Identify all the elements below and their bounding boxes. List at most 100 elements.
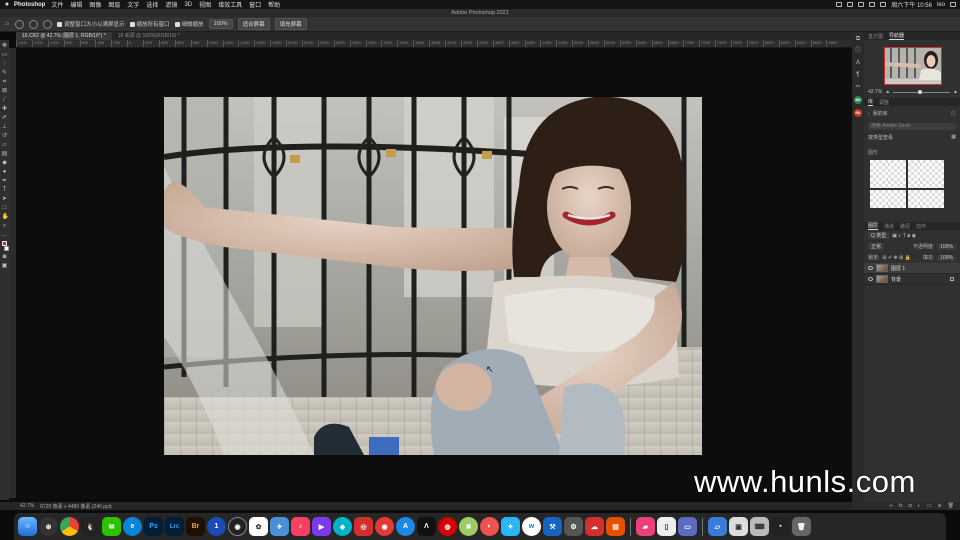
path-select-tool-icon[interactable]: ➤: [2, 196, 8, 202]
status-app-icon[interactable]: [836, 2, 843, 7]
screen-mode-icon[interactable]: ▣: [2, 263, 8, 269]
video-icon[interactable]: ◈: [333, 517, 352, 536]
graphics-group-label[interactable]: 图形: [864, 143, 960, 156]
blend-mode-select[interactable]: 正常: [868, 243, 885, 250]
tab-actions[interactable]: 动作: [916, 223, 926, 230]
opacity-input[interactable]: 100%: [937, 243, 956, 250]
app-store-icon[interactable]: A: [396, 517, 415, 536]
battery-icon[interactable]: [880, 2, 887, 7]
bird-icon[interactable]: ✦: [501, 517, 520, 536]
app-name-menu[interactable]: Photoshop: [14, 2, 45, 8]
obs-icon[interactable]: ◉: [228, 517, 247, 536]
lightroom-icon[interactable]: Lrc: [165, 517, 184, 536]
ba-plugin-icon[interactable]: BA: [854, 96, 862, 104]
document-photo[interactable]: ↖: [164, 97, 702, 455]
library-search-input[interactable]: 搜索 Adobe Stock: [868, 123, 956, 130]
move-tool-icon[interactable]: ✥: [2, 43, 8, 49]
layer-name[interactable]: 图层 1: [891, 265, 905, 272]
music-icon[interactable]: ♪: [291, 517, 310, 536]
tab-layers[interactable]: 图层: [868, 222, 879, 230]
menu-3d[interactable]: 3D: [184, 2, 192, 8]
filter-icons[interactable]: ▣ ◐ T ⧈ ◉: [892, 233, 916, 239]
library-back-icon[interactable]: ‹: [868, 111, 870, 117]
control-center-icon[interactable]: [950, 2, 956, 7]
fill-screen-button[interactable]: 填充屏幕: [274, 18, 307, 30]
apple-menu-icon[interactable]: ●: [0, 1, 14, 8]
crop-tool-icon[interactable]: ⌗: [2, 79, 8, 85]
document-tab[interactable]: 16.CR2 @ 42.7% (图层 1, RGB/16*) *: [16, 32, 112, 40]
keyboard-icon[interactable]: ⌨: [750, 517, 769, 536]
layer-row[interactable]: 背景: [864, 274, 960, 285]
status-zoom[interactable]: 42.7%: [20, 503, 34, 509]
frame-tool-icon[interactable]: ⊠: [2, 88, 8, 94]
navigator-thumbnail[interactable]: [884, 47, 942, 85]
quick-select-tool-icon[interactable]: ✎: [2, 70, 8, 76]
status-app-icon[interactable]: [858, 2, 865, 7]
zoom-100-button[interactable]: 100%: [208, 19, 233, 29]
photoshop-icon[interactable]: Ps: [144, 517, 163, 536]
finder-icon[interactable]: ☺: [18, 517, 37, 536]
library-graphic-item[interactable]: [870, 190, 906, 208]
tab-paths[interactable]: 路径: [900, 223, 910, 230]
bridge-icon[interactable]: Br: [186, 517, 205, 536]
pattern-app-icon[interactable]: ▤: [606, 517, 625, 536]
layer-row[interactable]: 图层 1: [864, 263, 960, 274]
browser-icon[interactable]: ◐: [480, 517, 499, 536]
record-icon[interactable]: ◎: [354, 517, 373, 536]
zoom-in-mountain-icon[interactable]: ▲: [953, 89, 958, 95]
tab-navigator[interactable]: 导航器: [889, 32, 905, 40]
tab-channels[interactable]: 通道: [884, 223, 894, 230]
settings-icon[interactable]: ⚙: [564, 517, 583, 536]
folder-icon[interactable]: ▰: [636, 517, 655, 536]
trash-icon[interactable]: 🗑: [792, 517, 811, 536]
layer-name[interactable]: 背景: [891, 276, 901, 283]
affinity-icon[interactable]: Λ: [417, 517, 436, 536]
menu-window[interactable]: 窗口: [249, 0, 261, 9]
hand-tool-icon[interactable]: ✋: [2, 214, 9, 220]
menu-view[interactable]: 视图: [199, 0, 211, 9]
document-tab[interactable]: 18 来源 @ 100%(RGB/16) *: [112, 32, 186, 40]
zoom-all-windows-checkbox[interactable]: 缩放所有窗口: [129, 20, 170, 28]
dodge-tool-icon[interactable]: ●: [2, 169, 8, 175]
creative-cloud-icon[interactable]: ☁: [585, 517, 604, 536]
netease-music-icon[interactable]: ◍: [438, 517, 457, 536]
adjustment-icon[interactable]: ◐: [918, 503, 921, 509]
user-name[interactable]: leo: [937, 2, 945, 8]
library-graphic-item[interactable]: [908, 190, 944, 208]
clone-stamp-tool-icon[interactable]: ⊥: [2, 124, 8, 130]
trash-icon[interactable]: 🗑: [948, 503, 954, 509]
zoom-tool-icon[interactable]: [15, 19, 24, 29]
menu-filter[interactable]: 滤镜: [165, 0, 177, 9]
blur-tool-icon[interactable]: ◆: [2, 160, 8, 166]
window-icon[interactable]: ▣: [729, 517, 748, 536]
fit-screen-button[interactable]: 适合屏幕: [237, 18, 270, 30]
screenshot-icon[interactable]: ▭: [678, 517, 697, 536]
navigator-zoom-value[interactable]: 42.7%: [868, 89, 882, 95]
eyedropper-tool-icon[interactable]: ⁄: [2, 97, 8, 103]
menu-select[interactable]: 选择: [146, 0, 158, 9]
paragraph-panel-icon[interactable]: ¶: [855, 72, 862, 79]
eraser-tool-icon[interactable]: ▱: [2, 142, 8, 148]
vertical-ruler[interactable]: [9, 48, 16, 498]
status-doc-info[interactable]: 6720 像素 x 4480 像素 (240 ppi): [40, 503, 111, 510]
clock[interactable]: 周六下午 10:56: [891, 0, 932, 9]
library-name[interactable]: 我的库: [873, 110, 888, 117]
fill-input[interactable]: 100%: [937, 254, 956, 261]
new-layer-icon[interactable]: ⊕: [937, 503, 941, 509]
ra-plugin-icon[interactable]: RA: [854, 109, 862, 117]
cast-icon[interactable]: ◉: [375, 517, 394, 536]
background-color-swatch[interactable]: [3, 246, 9, 251]
edge-icon[interactable]: e: [123, 517, 142, 536]
document-icon[interactable]: ▯: [657, 517, 676, 536]
wechat-icon[interactable]: ✉: [102, 517, 121, 536]
wifi-icon[interactable]: [869, 2, 876, 7]
menu-image[interactable]: 图像: [89, 0, 101, 9]
eye-icon[interactable]: [868, 277, 873, 281]
library-graphic-item[interactable]: [870, 160, 906, 188]
character-panel-icon[interactable]: A: [855, 60, 862, 67]
marquee-tool-icon[interactable]: ▭: [2, 52, 8, 58]
gradient-tool-icon[interactable]: ▤: [2, 151, 8, 157]
brush-tool-icon[interactable]: ✐: [2, 115, 8, 121]
info-panel-icon[interactable]: ⓘ: [855, 48, 862, 55]
zoom-out-mountain-icon[interactable]: ▲: [885, 89, 890, 95]
